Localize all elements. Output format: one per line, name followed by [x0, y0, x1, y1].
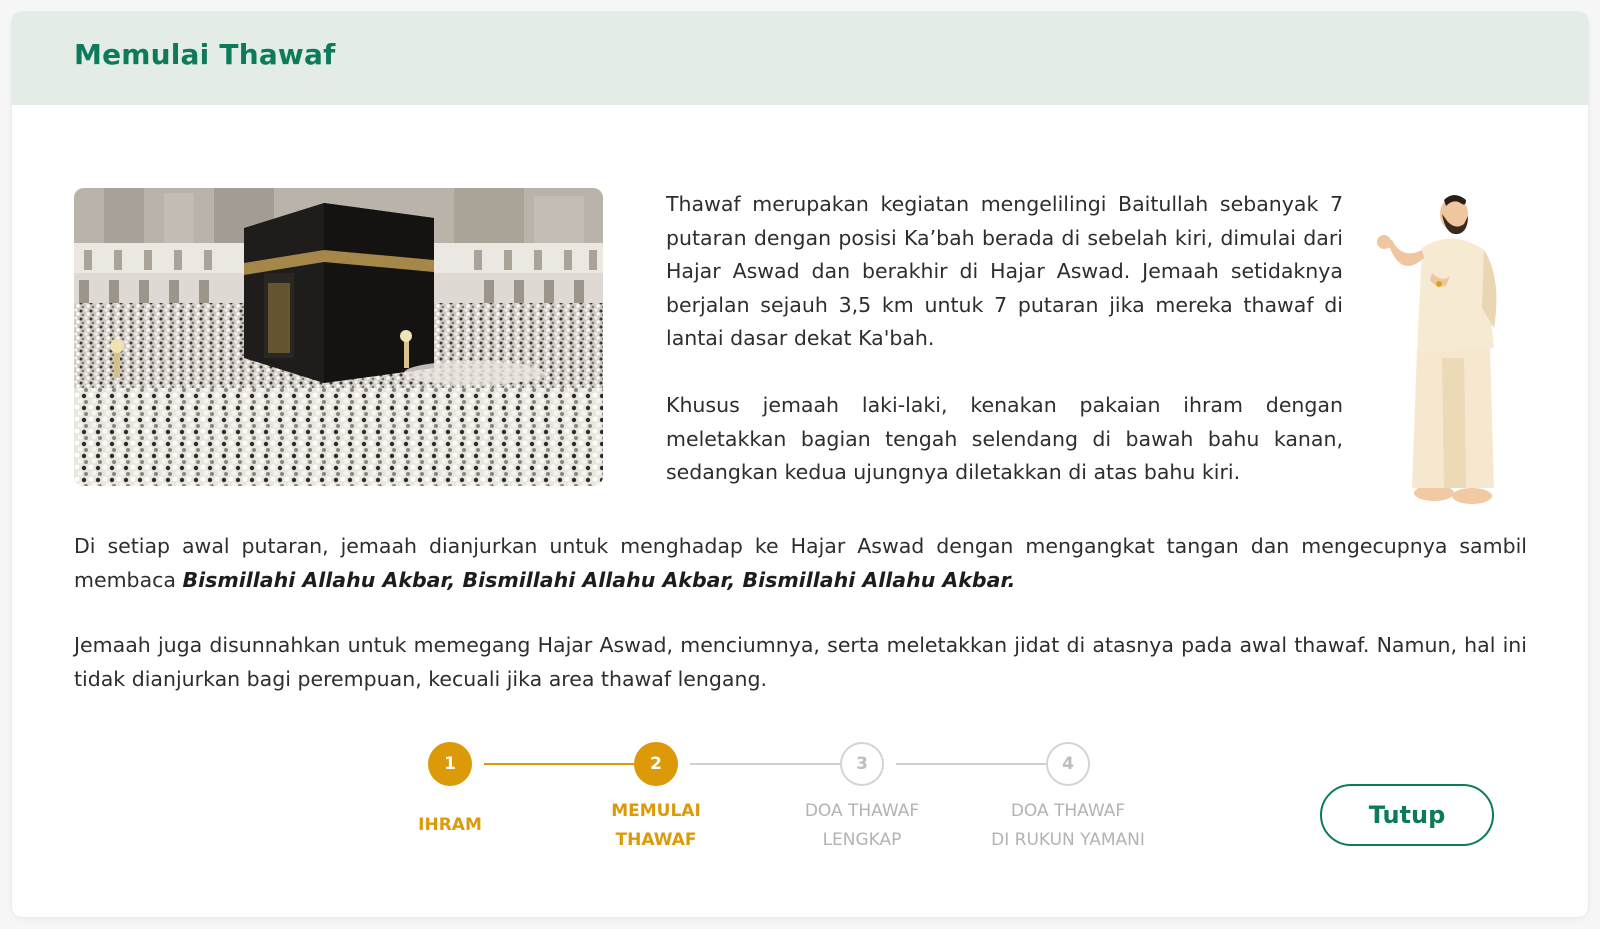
step-1-label: IHRAM [418, 815, 482, 835]
step-4-label: DOA THAWAF DI RUKUN YAMANI [991, 801, 1145, 850]
step-1-circle[interactable]: 1 [428, 742, 472, 786]
ihram-paragraph: Khusus jemaah laki-laki, kenakan pakaian… [666, 393, 1343, 484]
step-3-circle[interactable]: 3 [840, 742, 884, 786]
close-button[interactable]: Tutup [1320, 784, 1494, 846]
modal-dialog: Memulai Thawaf Thawaf merupakan kegiatan… [12, 12, 1588, 917]
step-3-label: DOA THAWAF LENGKAP [804, 801, 920, 850]
modal-title: Memulai Thawaf [74, 38, 336, 71]
pilgrim-ihram-illustration [1372, 188, 1552, 518]
kaaba-photo [74, 188, 603, 486]
step-connector [690, 763, 852, 765]
step-connector [484, 763, 646, 765]
intro-paragraph: Thawaf merupakan kegiatan mengelilingi B… [666, 192, 1343, 350]
hajar-aswad-paragraph: Jemaah juga disunnahkan untuk memegang H… [74, 633, 1527, 691]
step-4-circle[interactable]: 4 [1046, 742, 1090, 786]
doa-bismillah-text: Bismillahi Allahu Akbar, Bismillahi Alla… [182, 567, 1016, 592]
step-2-circle[interactable]: 2 [634, 742, 678, 786]
doa-paragraph: Di setiap awal putaran, jemaah dianjurka… [74, 534, 1527, 592]
step-connector [896, 763, 1058, 765]
modal-header: Memulai Thawaf [12, 12, 1588, 105]
step-2-label: MEMULAI THAWAF [611, 801, 701, 850]
